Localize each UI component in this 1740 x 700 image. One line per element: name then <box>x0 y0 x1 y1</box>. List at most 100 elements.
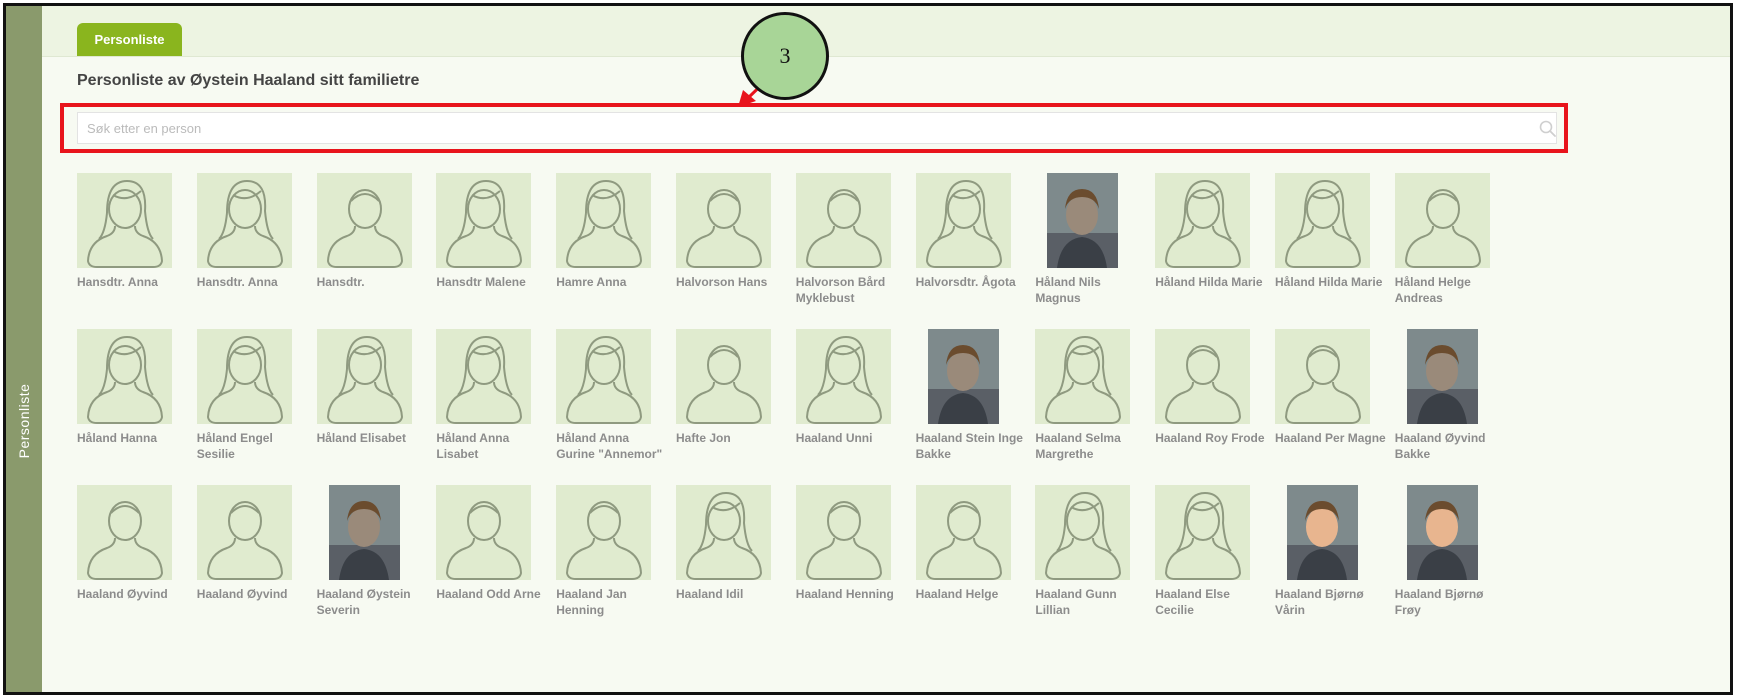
person-placeholder-icon[interactable] <box>316 329 429 424</box>
person-name[interactable]: Håland Hilda Marie <box>1275 274 1387 290</box>
person-placeholder-icon[interactable] <box>1394 173 1507 268</box>
person-placeholder-icon[interactable] <box>795 329 908 424</box>
person-card[interactable]: Haaland Øyvind <box>196 485 309 641</box>
person-placeholder-icon[interactable] <box>196 173 309 268</box>
person-placeholder-icon[interactable] <box>436 173 548 268</box>
person-name[interactable]: Haaland Else Cecilie <box>1155 586 1267 618</box>
person-name[interactable]: Halvorson Hans <box>676 274 788 290</box>
person-name[interactable]: Halvorsdtr. Ågota <box>916 274 1028 290</box>
person-placeholder-icon[interactable] <box>556 485 668 580</box>
person-name[interactable]: Håland Hilda Marie <box>1155 274 1267 290</box>
search-icon[interactable] <box>1538 119 1558 139</box>
person-card[interactable]: Håland Elisabet <box>316 329 429 485</box>
person-card[interactable]: Hansdtr. Anna <box>77 173 189 329</box>
person-card[interactable]: Halvorson Bård Myklebust <box>795 173 908 329</box>
person-photo[interactable] <box>317 485 429 580</box>
person-card[interactable]: Håland Engel Sesilie <box>196 329 309 485</box>
person-name[interactable]: Haaland Øyvind <box>197 586 309 602</box>
person-card[interactable]: Haaland Per Magne <box>1275 329 1387 485</box>
person-name[interactable]: Haaland Per Magne <box>1275 430 1387 446</box>
person-name[interactable]: Håland Elisabet <box>317 430 429 446</box>
person-card[interactable]: Haaland Henning <box>795 485 908 641</box>
person-placeholder-icon[interactable] <box>1155 173 1267 268</box>
person-placeholder-icon[interactable] <box>795 485 908 580</box>
person-card[interactable]: Håland Hilda Marie <box>1155 173 1267 329</box>
person-card[interactable]: Haaland Øyvind Bakke <box>1395 329 1507 485</box>
person-card[interactable]: Håland Hilda Marie <box>1275 173 1387 329</box>
person-card[interactable]: Håland Anna Gurine "Annemor" <box>556 329 668 485</box>
person-name[interactable]: Haaland Bjørnø Vårin <box>1275 586 1387 618</box>
person-placeholder-icon[interactable] <box>196 485 309 580</box>
person-name[interactable]: Håland Nils Magnus <box>1035 274 1147 306</box>
person-card[interactable]: Håland Hanna <box>77 329 189 485</box>
person-placeholder-icon[interactable] <box>436 329 548 424</box>
person-name[interactable]: Håland Hanna <box>77 430 189 446</box>
tab-personliste[interactable]: Personliste <box>77 23 182 56</box>
person-name[interactable]: Haaland Stein Inge Bakke <box>916 430 1028 462</box>
person-photo[interactable] <box>1275 485 1387 580</box>
person-name[interactable]: Haaland Bjørnø Frøy <box>1395 586 1507 618</box>
person-placeholder-icon[interactable] <box>556 173 668 268</box>
person-card[interactable]: Hamre Anna <box>556 173 668 329</box>
person-name[interactable]: Hansdtr. <box>317 274 429 290</box>
person-name[interactable]: Halvorson Bård Myklebust <box>796 274 908 306</box>
person-placeholder-icon[interactable] <box>436 485 548 580</box>
person-placeholder-icon[interactable] <box>915 173 1028 268</box>
person-card[interactable]: Haaland Øyvind <box>77 485 189 641</box>
person-placeholder-icon[interactable] <box>915 485 1028 580</box>
person-card[interactable]: Haaland Helge <box>915 485 1028 641</box>
person-card[interactable]: Haaland Roy Frode <box>1155 329 1267 485</box>
person-card[interactable]: Haaland Idil <box>676 485 788 641</box>
person-name[interactable]: Haaland Øystein Severin <box>317 586 429 618</box>
person-name[interactable]: Haaland Henning <box>796 586 908 602</box>
search-input[interactable] <box>77 112 1557 144</box>
person-name[interactable]: Håland Engel Sesilie <box>197 430 309 462</box>
person-name[interactable]: Haaland Jan Henning <box>556 586 668 618</box>
person-name[interactable]: Haaland Gunn Lillian <box>1035 586 1147 618</box>
person-card[interactable]: Haaland Unni <box>795 329 908 485</box>
person-card[interactable]: Hansdtr. Anna <box>196 173 309 329</box>
person-photo[interactable] <box>1035 173 1147 268</box>
person-card[interactable]: Haaland Selma Margrethe <box>1035 329 1147 485</box>
person-name[interactable]: Hafte Jon <box>676 430 788 446</box>
person-placeholder-icon[interactable] <box>77 329 189 424</box>
person-name[interactable]: Hansdtr Malene <box>436 274 548 290</box>
person-placeholder-icon[interactable] <box>1035 485 1147 580</box>
person-name[interactable]: Haaland Unni <box>796 430 908 446</box>
person-card[interactable]: Halvorsdtr. Ågota <box>915 173 1028 329</box>
person-card[interactable]: Haaland Odd Arne <box>436 485 548 641</box>
person-card[interactable]: Håland Helge Andreas <box>1394 173 1507 329</box>
person-placeholder-icon[interactable] <box>795 173 908 268</box>
person-placeholder-icon[interactable] <box>196 329 309 424</box>
person-placeholder-icon[interactable] <box>676 329 788 424</box>
person-placeholder-icon[interactable] <box>676 485 788 580</box>
person-photo[interactable] <box>916 329 1028 424</box>
person-placeholder-icon[interactable] <box>1155 329 1267 424</box>
person-card[interactable]: Hansdtr. <box>316 173 429 329</box>
person-name[interactable]: Håland Anna Lisabet <box>436 430 548 462</box>
person-card[interactable]: Hansdtr Malene <box>436 173 548 329</box>
person-name[interactable]: Haaland Roy Frode <box>1155 430 1267 446</box>
person-name[interactable]: Hansdtr. Anna <box>77 274 189 290</box>
person-photo[interactable] <box>1395 485 1507 580</box>
person-name[interactable]: Haaland Helge <box>916 586 1028 602</box>
person-card[interactable]: Haaland Else Cecilie <box>1155 485 1267 641</box>
person-card[interactable]: Halvorson Hans <box>676 173 788 329</box>
person-card[interactable]: Haaland Bjørnø Frøy <box>1395 485 1507 641</box>
person-placeholder-icon[interactable] <box>77 485 189 580</box>
person-placeholder-icon[interactable] <box>1155 485 1267 580</box>
person-placeholder-icon[interactable] <box>316 173 429 268</box>
person-name[interactable]: Hansdtr. Anna <box>197 274 309 290</box>
person-placeholder-icon[interactable] <box>1275 173 1387 268</box>
person-placeholder-icon[interactable] <box>676 173 788 268</box>
person-card[interactable]: Haaland Øystein Severin <box>317 485 429 641</box>
person-card[interactable]: Haaland Gunn Lillian <box>1035 485 1147 641</box>
sidebar-label[interactable]: Personliste <box>16 384 32 459</box>
person-photo[interactable] <box>1395 329 1507 424</box>
person-card[interactable]: Haaland Bjørnø Vårin <box>1275 485 1387 641</box>
person-card[interactable]: Haaland Jan Henning <box>556 485 668 641</box>
person-placeholder-icon[interactable] <box>1035 329 1147 424</box>
person-name[interactable]: Håland Anna Gurine "Annemor" <box>556 430 668 462</box>
person-placeholder-icon[interactable] <box>556 329 668 424</box>
person-placeholder-icon[interactable] <box>1275 329 1387 424</box>
